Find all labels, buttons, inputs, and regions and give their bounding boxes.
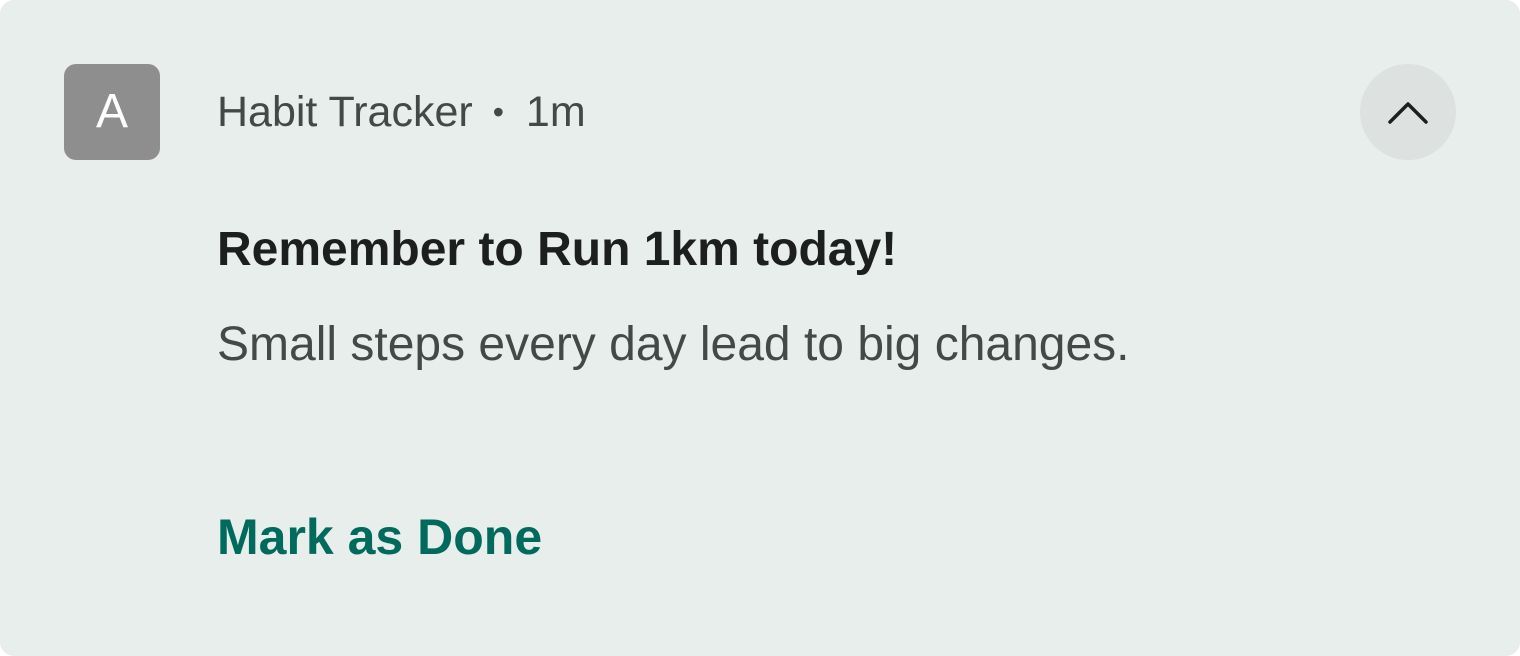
notification-time: 1m	[525, 87, 586, 136]
notification-body: Small steps every day lead to big change…	[217, 318, 1130, 371]
mark-as-done-button[interactable]: Mark as Done	[217, 506, 542, 568]
notification-card[interactable]: A Habit Tracker • 1m Remember to Run 1km…	[0, 0, 1520, 656]
notification-header: Habit Tracker • 1m	[217, 84, 586, 140]
notification-title: Remember to Run 1km today!	[217, 223, 898, 276]
app-icon: A	[64, 64, 160, 160]
header-separator: •	[492, 93, 504, 130]
app-name: Habit Tracker	[217, 87, 473, 136]
chevron-up-icon	[1388, 102, 1428, 124]
collapse-button[interactable]	[1360, 64, 1456, 160]
